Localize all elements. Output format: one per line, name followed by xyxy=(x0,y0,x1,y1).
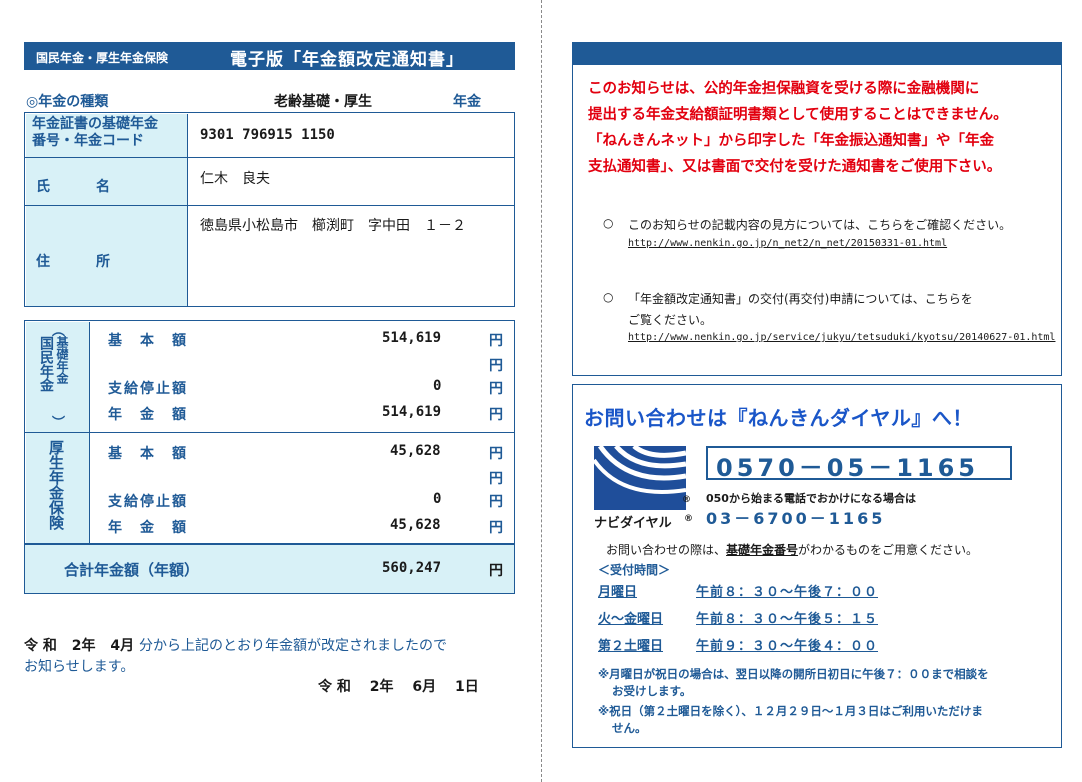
basic-pension-number-value: 9301 796915 1150 xyxy=(200,127,335,143)
warning-line: 支払通知書」、又は書面で交付を受けた通知書をご使用下さい。 xyxy=(588,159,1002,175)
address-value: 徳島県小松島市 櫛渕町 字中田 １－２ xyxy=(200,218,466,234)
kokumin-pension-amount: 514,619 xyxy=(382,404,442,420)
document-header: 国民年金・厚生年金保険 電子版「年金額改定通知書」 xyxy=(24,42,515,70)
hours-title: ＜受付時間＞ xyxy=(598,563,671,577)
navi-dial-phone[interactable]: 0570－05－1165 xyxy=(716,448,979,483)
revision-month: 4月 xyxy=(110,638,135,654)
row-divider xyxy=(24,205,515,206)
yen-unit: 円 xyxy=(489,494,503,510)
kokumin-suspended-amount: 0 xyxy=(433,378,442,394)
note-text: がわかるものをご用意ください。 xyxy=(798,543,979,557)
notice-text: 分から上記のとおり年金額が改定されましたので xyxy=(139,638,447,654)
hours-time: 午前８：３０～午後７：００ xyxy=(696,585,879,600)
holiday-note-2: ※祝日（第２土曜日を除く）、１２月２９日～１月３日はご利用いただけま せん。 xyxy=(598,703,983,737)
warning-line: 提出する年金支給額証明書類として使用することはできません。 xyxy=(588,107,1008,123)
name-value: 仁木 良夫 xyxy=(200,171,270,187)
basic-pension-label: 基礎年金 xyxy=(55,336,69,384)
usage-warning: このお知らせは、公的年金担保融資を受ける際に金融機関に 提出する年金支給額証明書… xyxy=(588,76,1008,180)
label-line: 年金証書の基礎年金 xyxy=(32,116,158,132)
kousei-pension-amount: 45,628 xyxy=(390,517,441,533)
note-line: せん。 xyxy=(612,721,647,735)
guide-link-text: このお知らせの記載内容の見方については、こちらをご確認ください。 xyxy=(628,218,1012,232)
yen-unit: 円 xyxy=(489,563,503,579)
revision-notice: 令 和 2年 4月 分から上記のとおり年金額が改定されましたので xyxy=(24,635,447,655)
issue-date: 令 和 2年 6月 1日 xyxy=(318,679,479,695)
notice-text-2: お知らせします。 xyxy=(24,659,135,675)
note-text: お問い合わせの際は、 xyxy=(606,543,727,557)
hours-time: 午前８：３０～午後５：１５ xyxy=(696,612,879,627)
total-amount: 560,247 xyxy=(382,560,442,576)
national-pension-label: 国民年金 xyxy=(38,336,54,392)
hours-time: 午前９：３０～午後４：００ xyxy=(696,639,879,654)
page-divider xyxy=(541,0,542,782)
note-emphasis: 基礎年金番号 xyxy=(726,543,799,557)
address-label: 住 所 xyxy=(36,254,126,270)
holiday-note-1: ※月曜日が祝日の場合は、翌日以降の開所日初日に午後７：００まで相談を お受けしま… xyxy=(598,666,989,700)
contact-title: お問い合わせは『ねんきんダイヤル』へ！ xyxy=(584,406,973,430)
document-title: 電子版「年金額改定通知書」 xyxy=(230,50,464,70)
warning-line: このお知らせは、公的年金担保融資を受ける際に金融機関に xyxy=(588,81,980,97)
reissue-link[interactable]: http://www.nenkin.go.jp/service/jukyu/te… xyxy=(628,332,1055,343)
yen-unit: 円 xyxy=(489,520,503,536)
notice-box-header xyxy=(572,42,1062,65)
note-line: お受けします。 xyxy=(612,684,692,698)
basic-pension-number-label: 年金証書の基礎年金 番号・年金コード xyxy=(32,116,158,150)
preparation-note: お問い合わせの際は、基礎年金番号がわかるものをご用意ください。 xyxy=(606,541,978,558)
guide-link[interactable]: http://www.nenkin.go.jp/n_net2/n_net/201… xyxy=(628,238,947,249)
yen-unit: 円 xyxy=(489,471,503,487)
note-line: ※祝日（第２土曜日を除く）、１２月２９日～１月３日はご利用いただけま xyxy=(598,704,983,718)
reissue-text-2: ご覧ください。 xyxy=(628,313,713,327)
kousei-basic-label: 基 本 額 xyxy=(108,446,188,462)
navi-dial-logo-text: ナビダイヤル xyxy=(594,516,672,531)
hours-day: 月曜日 xyxy=(598,585,638,600)
kokumin-basic-label: 基 本 額 xyxy=(108,333,188,349)
kokumin-suspended-label: 支給停止額 xyxy=(108,381,188,397)
employees-pension-label: 厚生年金保険 xyxy=(47,440,65,530)
reg-mark: ® xyxy=(684,514,693,524)
note-line: ※月曜日が祝日の場合は、翌日以降の開所日初日に午後７：００まで相談を xyxy=(598,667,989,681)
pension-kind-value: 老齢基礎・厚生 xyxy=(274,94,372,110)
yen-unit: 円 xyxy=(489,407,503,423)
reissue-text: 「年金額改定通知書」の交付(再交付)申請については、こちらを xyxy=(628,292,973,306)
alt-phone[interactable]: 03－6700－1165 xyxy=(706,505,885,529)
revision-year: 2年 xyxy=(71,638,96,654)
yen-unit: 円 xyxy=(489,333,503,349)
bullet-icon: ○ xyxy=(603,290,614,304)
kousei-pension-label: 年 金 額 xyxy=(108,520,188,536)
kousei-suspended-amount: 0 xyxy=(433,491,442,507)
yen-unit: 円 xyxy=(489,446,503,462)
yen-unit: 円 xyxy=(489,358,503,374)
yen-unit: 円 xyxy=(489,381,503,397)
row-divider xyxy=(24,157,515,158)
kokumin-basic-amount: 514,619 xyxy=(382,330,442,346)
hours-day: 火～金曜日 xyxy=(598,612,664,627)
warning-line: 「ねんきんネット」から印字した「年金振込通知書」や「年金 xyxy=(588,133,994,149)
kokumin-pension-label: 年 金 額 xyxy=(108,407,188,423)
total-label: 合計年金額（年額） xyxy=(64,561,200,579)
reg-mark: ® xyxy=(682,495,691,505)
section-divider xyxy=(24,432,515,433)
name-label: 氏 名 xyxy=(36,179,126,195)
hours-day: 第２土曜日 xyxy=(598,639,664,654)
navi-dial-logo-icon xyxy=(592,444,687,510)
label-line: 番号・年金コード xyxy=(32,133,144,149)
bullet-icon: ○ xyxy=(603,216,614,230)
kousei-basic-amount: 45,628 xyxy=(390,443,441,459)
header-subtitle: 国民年金・厚生年金保険 xyxy=(36,51,169,65)
pension-kind-suffix: 年金 xyxy=(453,94,481,110)
alt-phone-note: 050から始まる電話でおかけになる場合は xyxy=(706,492,916,505)
pension-kind-label: ◎年金の種類 xyxy=(26,94,109,110)
kousei-suspended-label: 支給停止額 xyxy=(108,494,188,510)
paren-bottom: ︶ xyxy=(52,416,66,431)
era: 令 和 xyxy=(24,638,57,654)
